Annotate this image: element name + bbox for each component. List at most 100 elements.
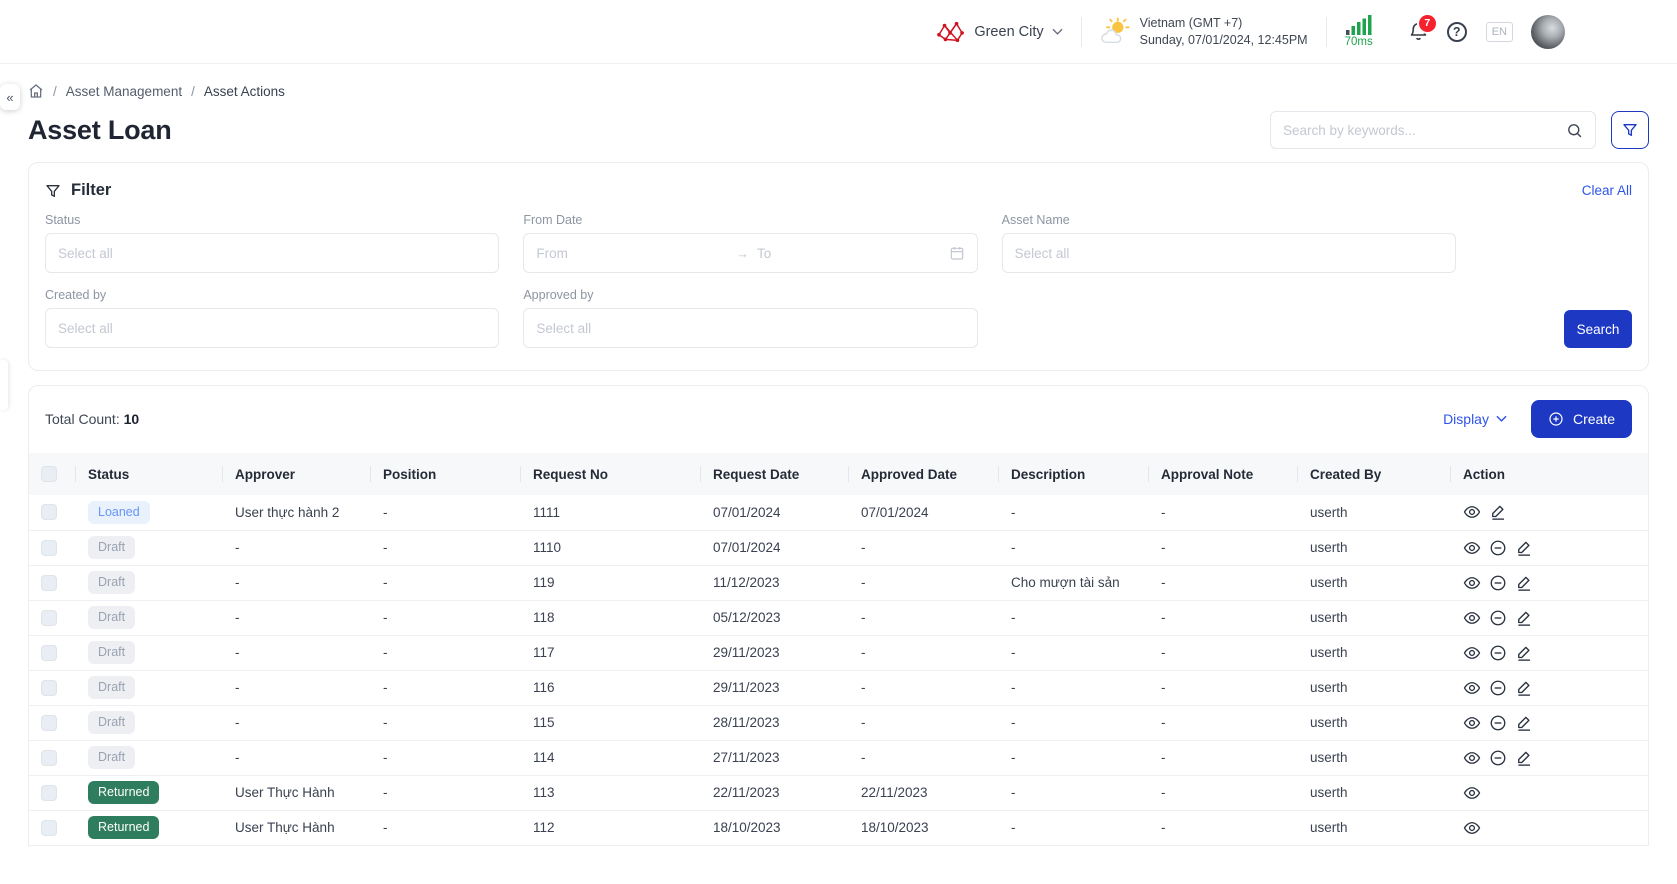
row-checkbox[interactable] [41, 785, 57, 801]
view-action-icon[interactable] [1463, 784, 1481, 802]
cell-request-no: 115 [521, 705, 701, 740]
created-by-select[interactable] [45, 308, 499, 348]
asset-name-select-input[interactable] [1015, 246, 1443, 261]
table-body: Loaned User thực hành 2 - 1111 07/01/202… [29, 495, 1648, 845]
cell-approver: - [223, 740, 371, 775]
from-date-input[interactable] [536, 246, 728, 261]
cell-actions [1451, 810, 1648, 845]
approved-by-select[interactable] [523, 308, 977, 348]
view-action-icon[interactable] [1463, 714, 1481, 732]
created-by-select-input[interactable] [58, 321, 486, 336]
approved-by-select-input[interactable] [536, 321, 964, 336]
row-checkbox[interactable] [41, 504, 57, 520]
remove-action-icon[interactable] [1489, 644, 1507, 662]
cell-description: - [999, 670, 1149, 705]
view-action-icon[interactable] [1463, 644, 1481, 662]
cell-description: - [999, 705, 1149, 740]
status-select-input[interactable] [58, 246, 486, 261]
column-header-approval-note: Approval Note [1149, 453, 1298, 495]
cell-description: Cho mượn tài sản [999, 565, 1149, 600]
cell-checkbox [29, 775, 76, 810]
edit-action-icon[interactable] [1515, 749, 1533, 767]
edit-action-icon[interactable] [1515, 609, 1533, 627]
view-action-icon[interactable] [1463, 819, 1481, 837]
cell-approver: User thực hành 2 [223, 495, 371, 530]
status-badge: Draft [88, 606, 135, 629]
row-checkbox[interactable] [41, 680, 57, 696]
view-action-icon[interactable] [1463, 539, 1481, 557]
status-select[interactable] [45, 233, 499, 273]
field-label: From Date [523, 213, 977, 227]
to-date-input[interactable] [757, 246, 949, 261]
row-checkbox[interactable] [41, 540, 57, 556]
notifications-button[interactable]: 7 [1408, 21, 1429, 42]
remove-action-icon[interactable] [1489, 574, 1507, 592]
cell-status: Draft [76, 705, 223, 740]
view-action-icon[interactable] [1463, 679, 1481, 697]
cell-status: Returned [76, 775, 223, 810]
row-checkbox[interactable] [41, 575, 57, 591]
remove-action-icon[interactable] [1489, 679, 1507, 697]
view-action-icon[interactable] [1463, 609, 1481, 627]
cell-actions [1451, 775, 1648, 810]
search-button[interactable]: Search [1564, 310, 1632, 348]
asset-name-select[interactable] [1002, 233, 1456, 273]
cell-actions [1451, 705, 1648, 740]
home-icon[interactable] [28, 83, 44, 99]
row-checkbox[interactable] [41, 715, 57, 731]
breadcrumb-item-asset-actions[interactable]: Asset Actions [204, 84, 285, 99]
user-avatar[interactable] [1531, 15, 1565, 49]
org-selector[interactable]: Green City [936, 20, 1062, 44]
chevron-down-icon [1052, 28, 1063, 36]
search-icon[interactable] [1566, 122, 1583, 139]
notification-count-badge: 7 [1417, 13, 1438, 34]
view-action-icon[interactable] [1463, 749, 1481, 767]
sidebar-collapse-button[interactable]: « [0, 84, 20, 110]
row-checkbox[interactable] [41, 750, 57, 766]
remove-action-icon[interactable] [1489, 609, 1507, 627]
cell-request-date: 28/11/2023 [701, 705, 849, 740]
breadcrumb-separator: / [191, 84, 195, 99]
help-button[interactable]: ? [1447, 22, 1467, 42]
edit-action-icon[interactable] [1515, 644, 1533, 662]
edit-action-icon[interactable] [1515, 539, 1533, 557]
row-checkbox[interactable] [41, 645, 57, 661]
clear-all-link[interactable]: Clear All [1582, 183, 1632, 198]
field-label: Created by [45, 288, 499, 302]
select-all-checkbox[interactable] [41, 466, 57, 482]
cell-status: Draft [76, 565, 223, 600]
keyword-search-input[interactable] [1283, 123, 1566, 138]
remove-action-icon[interactable] [1489, 539, 1507, 557]
cell-approval-note: - [1149, 530, 1298, 565]
cell-approver: User Thực Hành [223, 775, 371, 810]
remove-action-icon[interactable] [1489, 714, 1507, 732]
view-action-icon[interactable] [1463, 574, 1481, 592]
filter-toggle-button[interactable] [1611, 111, 1649, 149]
cell-approval-note: - [1149, 740, 1298, 775]
row-checkbox[interactable] [41, 820, 57, 836]
remove-action-icon[interactable] [1489, 749, 1507, 767]
row-checkbox[interactable] [41, 610, 57, 626]
cell-approved-date: 07/01/2024 [849, 495, 999, 530]
date-range-picker[interactable]: → [523, 233, 977, 273]
edit-action-icon[interactable] [1515, 574, 1533, 592]
cell-actions [1451, 670, 1648, 705]
edit-action-icon[interactable] [1489, 503, 1507, 521]
edit-action-icon[interactable] [1515, 714, 1533, 732]
column-header-approver: Approver [223, 453, 371, 495]
create-button[interactable]: Create [1531, 400, 1632, 438]
cell-approved-date: - [849, 670, 999, 705]
table-row: Loaned User thực hành 2 - 1111 07/01/202… [29, 495, 1648, 530]
cell-approval-note: - [1149, 705, 1298, 740]
view-action-icon[interactable] [1463, 503, 1481, 521]
display-dropdown[interactable]: Display [1443, 411, 1507, 427]
cell-position: - [371, 810, 521, 845]
cell-request-no: 116 [521, 670, 701, 705]
language-badge[interactable]: EN [1486, 22, 1513, 42]
cell-request-date: 27/11/2023 [701, 740, 849, 775]
breadcrumb-item-asset-management[interactable]: Asset Management [66, 84, 182, 99]
column-header-request-date: Request Date [701, 453, 849, 495]
edit-action-icon[interactable] [1515, 679, 1533, 697]
sidebar-handle[interactable] [0, 360, 8, 410]
cell-approved-date: 18/10/2023 [849, 810, 999, 845]
